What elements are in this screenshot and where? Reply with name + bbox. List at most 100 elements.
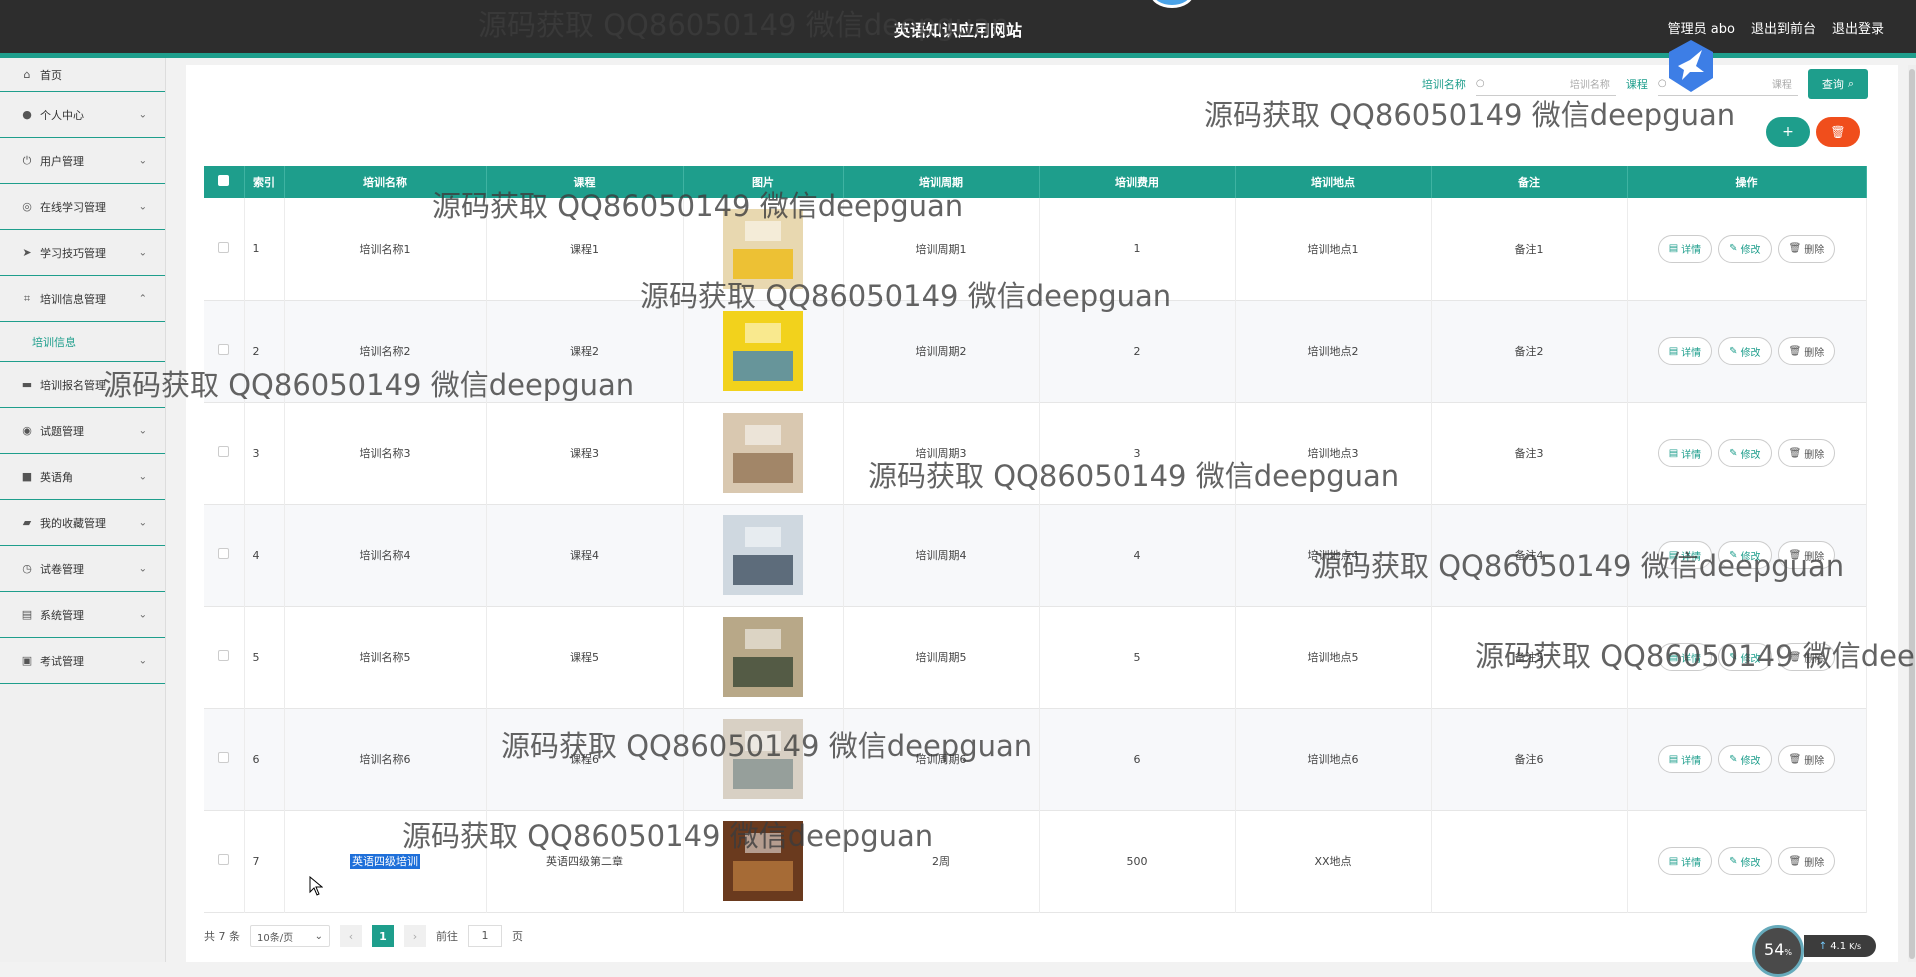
sidebar-item-personal[interactable]: ● 个人中心 ⌄ [0, 92, 165, 138]
row-name: 培训名称3 [359, 447, 411, 460]
row-checkbox[interactable] [218, 241, 230, 253]
select-all-checkbox[interactable] [218, 175, 230, 186]
sidebar-item-papers[interactable]: ◷ 试卷管理 ⌄ [0, 546, 165, 592]
row-select-cell[interactable] [204, 606, 245, 708]
row-image-cell [683, 300, 844, 402]
edit-button[interactable]: ✎ 修改 [1718, 745, 1772, 773]
row-select-cell[interactable] [204, 198, 245, 300]
sidebar-item-label: 在线学习管理 [40, 200, 106, 214]
prev-page-button[interactable]: ‹ [340, 925, 362, 947]
sidebar-item-users[interactable]: ⏻ 用户管理 ⌄ [0, 138, 165, 184]
trash-icon: 🗑 [1788, 855, 1802, 867]
sidebar-item-label: 我的收藏管理 [40, 516, 106, 530]
delete-button[interactable]: 🗑 删除 [1777, 337, 1836, 365]
logout-link[interactable]: 退出登录 [1832, 18, 1884, 37]
sidebar-item-favorites[interactable]: ▰ 我的收藏管理 ⌄ [0, 500, 165, 546]
goto-page-input[interactable]: 1 [468, 925, 502, 947]
row-course: 课程1 [486, 198, 684, 300]
search-input-name[interactable]: ○ 培训名称 [1475, 72, 1616, 96]
table-row: 7 英语四级培训 英语四级第二章 2周 500 XX地点 ▤ 详情 ✎ 修改 🗑 删除 [204, 810, 1867, 912]
clock-icon: ◷ [22, 562, 32, 575]
back-to-front-link[interactable]: 退出到前台 [1751, 18, 1816, 37]
row-select-cell[interactable] [204, 402, 245, 504]
edit-button[interactable]: ✎ 修改 [1718, 439, 1772, 467]
detail-button[interactable]: ▤ 详情 [1657, 439, 1713, 467]
sidebar-item-english-corner[interactable]: ■ 英语角 ⌄ [0, 454, 165, 500]
sidebar-item-questions[interactable]: ◉ 试题管理 ⌄ [0, 408, 165, 454]
edit-button[interactable]: ✎ 修改 [1718, 643, 1772, 671]
add-button[interactable]: + [1766, 117, 1810, 147]
row-course: 课程5 [486, 606, 684, 708]
current-page[interactable]: 1 [372, 925, 394, 947]
sidebar-subitem-training-info[interactable]: 培训信息 [0, 322, 165, 362]
detail-icon: ▤ [1668, 345, 1679, 357]
scrollbar[interactable] [1908, 65, 1916, 962]
sidebar-item-home[interactable]: ⌂ 首页 [0, 58, 165, 92]
edit-button[interactable]: ✎ 修改 [1718, 541, 1772, 569]
detail-button[interactable]: ▤ 详情 [1657, 745, 1713, 773]
batch-delete-button[interactable]: 🗑 [1816, 117, 1860, 147]
row-fee: 6 [1039, 708, 1236, 810]
sidebar-item-label: 试卷管理 [40, 562, 84, 576]
query-button-label: 查询 [1821, 78, 1844, 91]
page-size-select[interactable]: 10条/页 ⌄ [250, 925, 330, 947]
sidebar-item-training-info[interactable]: ⌗ 培训信息管理 ⌃ [0, 276, 165, 322]
row-name-cell: 培训名称5 [284, 606, 487, 708]
col-header: 培训名称 [284, 166, 487, 198]
edit-button[interactable]: ✎ 修改 [1718, 234, 1772, 263]
detail-button[interactable]: ▤ 详情 [1657, 337, 1713, 365]
row-checkbox[interactable] [218, 548, 230, 559]
row-select-cell[interactable] [204, 504, 245, 606]
row-select-cell[interactable] [204, 810, 245, 912]
detail-button[interactable]: ▤ 详情 [1657, 847, 1713, 875]
delete-button[interactable]: 🗑 删除 [1777, 234, 1836, 263]
row-checkbox[interactable] [218, 650, 230, 661]
delete-button[interactable]: 🗑 删除 [1777, 439, 1836, 467]
edit-icon: ✎ [1729, 549, 1738, 561]
row-select-cell[interactable] [204, 300, 245, 402]
row-period: 培训周期6 [843, 708, 1040, 810]
sidebar-item-study-tips[interactable]: ➤ 学习技巧管理 ⌄ [0, 230, 165, 276]
detail-icon: ▤ [1668, 243, 1679, 255]
row-place: 培训地点3 [1235, 402, 1432, 504]
detail-button[interactable]: ▤ 详情 [1657, 234, 1713, 263]
edit-button[interactable]: ✎ 修改 [1718, 847, 1772, 875]
delete-button[interactable]: 🗑 删除 [1777, 541, 1836, 569]
chevron-up-icon: ⌃ [138, 293, 147, 304]
delete-button[interactable]: 🗑 删除 [1777, 847, 1836, 875]
row-checkbox[interactable] [218, 446, 230, 457]
sidebar-item-label: 培训报名管理 [40, 378, 106, 392]
query-button[interactable]: 查询 ⌕ [1807, 69, 1868, 99]
row-name-cell: 培训名称3 [284, 402, 487, 504]
next-page-button[interactable]: › [404, 925, 426, 947]
trash-icon: 🗑 [1788, 651, 1802, 663]
chevron-down-icon: ⌄ [138, 201, 147, 212]
scrollbar-thumb[interactable] [1909, 69, 1915, 959]
row-actions: ▤ 详情 ✎ 修改 🗑 删除 [1627, 198, 1867, 300]
row-note: 备注6 [1431, 708, 1628, 810]
row-select-cell[interactable] [204, 708, 245, 810]
detail-button[interactable]: ▤ 详情 [1657, 541, 1713, 569]
detail-button[interactable]: ▤ 详情 [1657, 643, 1713, 671]
row-period: 培训周期1 [843, 198, 1040, 300]
chevron-down-icon: ⌄ [138, 109, 147, 120]
edit-button[interactable]: ✎ 修改 [1718, 337, 1772, 365]
row-checkbox[interactable] [218, 752, 230, 763]
sidebar-item-system[interactable]: ▤ 系统管理 ⌄ [0, 592, 165, 638]
home-icon: ⌂ [23, 68, 31, 81]
sidebar-item-training-signup[interactable]: ▬ 培训报名管理 ⌄ [0, 362, 165, 408]
search-label-course: 课程 [1625, 78, 1648, 91]
delete-button[interactable]: 🗑 删除 [1777, 643, 1836, 671]
sidebar-item-label: 系统管理 [40, 608, 84, 622]
select-all-cell[interactable] [204, 166, 245, 198]
sidebar-item-exams[interactable]: ▣ 考试管理 ⌄ [0, 638, 165, 684]
row-checkbox[interactable] [218, 344, 230, 355]
row-course: 课程4 [486, 504, 684, 606]
sidebar-item-online-learning[interactable]: ◎ 在线学习管理 ⌄ [0, 184, 165, 230]
row-checkbox[interactable] [218, 854, 230, 865]
row-place: 培训地点4 [1235, 504, 1432, 606]
send-icon: ➤ [22, 246, 32, 259]
row-fee: 3 [1039, 402, 1236, 504]
delete-button[interactable]: 🗑 删除 [1777, 745, 1836, 773]
admin-user-link[interactable]: 管理员 abo [1668, 18, 1735, 37]
